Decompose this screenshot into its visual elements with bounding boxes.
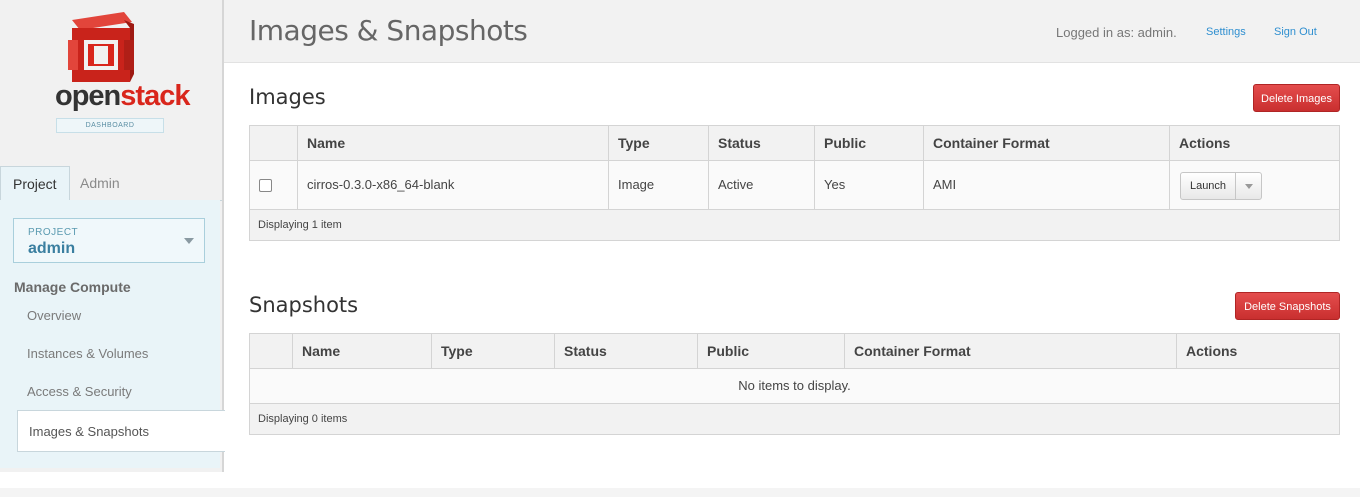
page-header: Images & Snapshots Logged in as: admin. … <box>224 0 1360 63</box>
page-bottom-bar <box>0 488 1360 497</box>
column-header-type[interactable]: Type <box>608 126 708 160</box>
table-header: Name Type Status Public Container Format… <box>250 334 1339 369</box>
table-header: Name Type Status Public Container Format… <box>250 126 1339 161</box>
snapshots-table: Name Type Status Public Container Format… <box>249 333 1340 435</box>
chevron-down-icon[interactable] <box>1245 184 1253 189</box>
column-header-name[interactable]: Name <box>297 126 608 160</box>
launch-button-group: Launch <box>1180 172 1262 200</box>
settings-link[interactable]: Settings <box>1206 26 1246 38</box>
delete-images-button[interactable]: Delete Images <box>1253 84 1340 112</box>
dashboard-tabs: Project Admin <box>0 166 222 202</box>
column-header-public[interactable]: Public <box>697 334 844 368</box>
chevron-down-icon <box>184 238 194 244</box>
row-checkbox[interactable] <box>259 179 272 192</box>
project-selector-value: admin <box>28 240 76 257</box>
sidebar-item-overview[interactable]: Overview <box>27 308 81 323</box>
select-all-header <box>250 334 292 368</box>
image-name[interactable]: cirros-0.3.0-x86_64-blank <box>297 161 608 209</box>
logged-in-text: Logged in as: admin. <box>1056 25 1177 40</box>
logo-tagline: DASHBOARD <box>56 118 164 133</box>
launch-button[interactable]: Launch <box>1181 173 1236 199</box>
image-format: AMI <box>923 161 1169 209</box>
empty-message: No items to display. <box>738 378 851 393</box>
table-footer: Displaying 0 items <box>258 413 348 425</box>
column-header-status[interactable]: Status <box>708 126 814 160</box>
column-header-type[interactable]: Type <box>431 334 554 368</box>
select-all-header <box>250 126 297 160</box>
snapshots-section-title: Snapshots <box>249 293 359 317</box>
image-status: Active <box>708 161 814 209</box>
images-section-title: Images <box>249 85 326 109</box>
row-select-cell <box>250 161 297 209</box>
column-header-container-format[interactable]: Container Format <box>923 126 1169 160</box>
project-selector[interactable]: PROJECT admin <box>13 218 205 263</box>
logo-text-stack: stack <box>120 80 190 112</box>
column-header-status[interactable]: Status <box>554 334 697 368</box>
column-header-actions: Actions <box>1176 334 1339 368</box>
sidebar-item-access-security[interactable]: Access & Security <box>27 384 132 399</box>
column-header-container-format[interactable]: Container Format <box>844 334 1176 368</box>
project-selector-label: PROJECT <box>28 227 79 238</box>
page-title: Images & Snapshots <box>249 14 528 47</box>
image-public: Yes <box>814 161 923 209</box>
column-header-name[interactable]: Name <box>292 334 431 368</box>
sidebar-item-label: Images & Snapshots <box>29 424 149 439</box>
column-header-public[interactable]: Public <box>814 126 923 160</box>
sign-out-link[interactable]: Sign Out <box>1274 26 1317 38</box>
tab-project[interactable]: Project <box>0 166 70 202</box>
table-footer: Displaying 1 item <box>258 219 342 231</box>
empty-row: No items to display. <box>250 369 1339 404</box>
sidebar: openstack DASHBOARD Project Admin PROJEC… <box>0 0 225 472</box>
image-type: Image <box>608 161 708 209</box>
openstack-cube-icon <box>68 12 134 82</box>
sidebar-item-instances-volumes[interactable]: Instances & Volumes <box>27 346 148 361</box>
table-row: cirros-0.3.0-x86_64-blank Image Active Y… <box>250 161 1339 210</box>
logo-text-open: open <box>55 80 121 112</box>
images-table: Name Type Status Public Container Format… <box>249 125 1340 241</box>
openstack-logo[interactable]: openstack DASHBOARD <box>50 10 190 135</box>
nav-panel: PROJECT admin Manage Compute Overview In… <box>0 200 225 468</box>
column-header-actions: Actions <box>1169 126 1339 160</box>
delete-snapshots-button[interactable]: Delete Snapshots <box>1235 292 1340 320</box>
nav-heading: Manage Compute <box>14 279 131 295</box>
sidebar-item-images-snapshots[interactable]: Images & Snapshots <box>17 410 225 452</box>
tab-admin[interactable]: Admin <box>68 166 132 200</box>
